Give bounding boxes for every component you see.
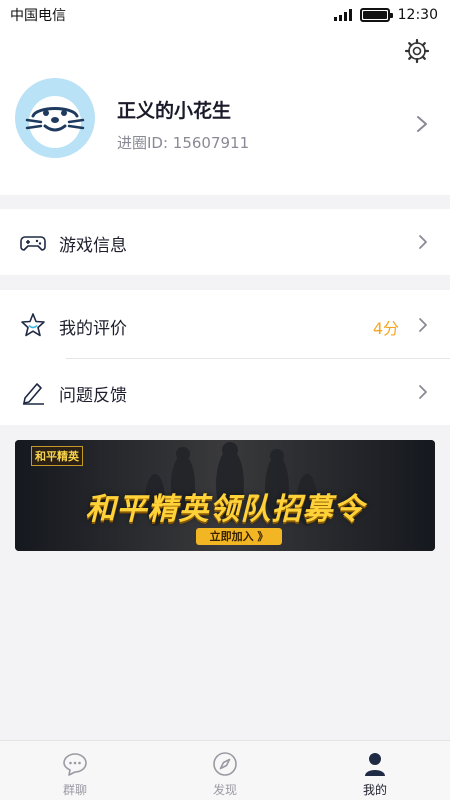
person-icon bbox=[365, 753, 385, 776]
chat-bubble-icon bbox=[63, 753, 87, 776]
tab-label: 群聊 bbox=[62, 783, 87, 797]
menu-label-game-info: 游戏信息 bbox=[59, 236, 127, 256]
banner-title: 和平精英领队招募令 bbox=[85, 492, 365, 527]
status-indicators: 12:30 bbox=[333, 7, 438, 23]
battery-icon bbox=[359, 8, 393, 22]
tab-label: 发现 bbox=[212, 783, 237, 797]
menu-item-game-info[interactable]: 游戏信息 bbox=[0, 209, 450, 275]
chevron-right-icon bbox=[419, 318, 427, 332]
menu-item-feedback[interactable]: 问题反馈 bbox=[0, 359, 450, 425]
tab-group-chat[interactable]: 群聊 bbox=[0, 741, 150, 800]
gear-icon[interactable] bbox=[404, 38, 430, 64]
menu-item-my-rating[interactable]: 我的评价 4分 bbox=[0, 290, 450, 359]
compass-icon bbox=[213, 752, 237, 776]
bottom-tab-bar: 群聊 发现 我的 bbox=[0, 740, 450, 800]
signal-icon bbox=[333, 9, 352, 21]
seal-avatar-icon bbox=[25, 96, 85, 148]
chevron-right-icon[interactable] bbox=[416, 115, 428, 133]
chevron-right-icon bbox=[419, 235, 427, 249]
avatar[interactable] bbox=[15, 78, 95, 158]
menu-label-feedback: 问题反馈 bbox=[59, 386, 127, 406]
join-now-button[interactable]: 立即加入 》 bbox=[196, 528, 282, 545]
carrier-name: 中国电信 bbox=[10, 8, 66, 24]
clock-time: 12:30 bbox=[397, 7, 438, 23]
promo-banner[interactable]: 和平精英 和平精英领队招募令 立即加入 》 bbox=[15, 440, 435, 551]
banner-logo: 和平精英 bbox=[31, 446, 83, 466]
tab-label: 我的 bbox=[362, 783, 387, 797]
circle-id: 进圈ID: 15607911 bbox=[117, 134, 250, 152]
status-bar: 中国电信 12:30 bbox=[0, 0, 450, 30]
chevron-right-icon bbox=[419, 385, 427, 399]
pencil-icon bbox=[23, 383, 44, 405]
nickname: 正义的小花生 bbox=[117, 100, 232, 122]
tab-discover[interactable]: 发现 bbox=[150, 741, 300, 800]
menu-label-my-rating: 我的评价 bbox=[59, 319, 127, 339]
rating-value: 4分 bbox=[372, 319, 399, 338]
tab-me[interactable]: 我的 bbox=[300, 741, 450, 800]
profile-card[interactable]: 正义的小花生 进圈ID: 15607911 bbox=[0, 30, 450, 195]
gamepad-icon bbox=[20, 236, 46, 251]
star-icon bbox=[21, 313, 45, 337]
